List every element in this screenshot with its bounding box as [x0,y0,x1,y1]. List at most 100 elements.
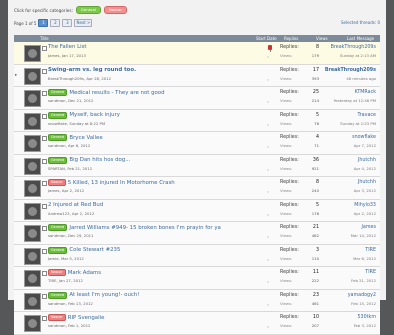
column-views[interactable]: Views [316,36,328,41]
thread-author[interactable]: Andrew123 [48,211,70,216]
new-post-arrow-icon[interactable]: ▸ [15,73,20,78]
last-post-user[interactable]: BreakThrough209s [331,45,376,50]
avatar[interactable] [24,202,41,220]
thread-prefix-badge[interactable]: General [48,111,68,119]
last-post-date[interactable]: Apr 3, 2012 [354,188,376,193]
last-post-user[interactable]: James [362,225,376,230]
category-chip-nascar[interactable]: Nascar [103,6,128,14]
go-to-first-unread-icon[interactable]: » [267,190,269,194]
avatar[interactable] [24,270,41,287]
avatar[interactable] [24,180,41,197]
go-to-first-unread-icon[interactable]: » [267,123,269,127]
last-post-date[interactable]: Apr 2, 2012 [354,211,376,216]
last-post-date[interactable]: Sunday at 2:13 AM [340,53,376,58]
thread-author[interactable]: sandman [48,323,66,328]
last-post-user[interactable]: Mihylo33 [354,203,376,208]
thread-prefix-badge[interactable]: General [48,156,68,164]
thread-select-checkbox[interactable] [42,158,47,164]
thread-select-checkbox[interactable] [42,68,47,74]
selected-threads-link[interactable]: Selected threads: 0 [341,20,380,25]
thread-prefix-badge[interactable]: General [48,89,68,96]
thread-row[interactable]: General Jarred Williams #949- 15 broken … [14,222,380,245]
thread-prefix-badge[interactable]: Nascar [48,314,66,321]
last-post-user[interactable]: 530tkm [358,315,377,320]
last-post-date[interactable]: Apr 4, 2012 [354,166,376,171]
thread-title-link[interactable]: 2 Injured at Red Bud [48,202,103,208]
last-post-date[interactable]: Mar 14, 2012 [351,233,376,238]
thread-author[interactable]: sandman [48,301,66,306]
thread-select-checkbox[interactable] [42,248,47,254]
last-post-date[interactable]: Feb 21, 2012 [351,278,376,283]
thread-select-checkbox[interactable] [42,316,47,321]
thread-prefix-badge[interactable]: General [48,224,68,231]
thread-select-checkbox[interactable] [42,91,47,96]
thread-title-link[interactable]: Swing-arm vs. leg round too. [48,67,136,73]
thread-author[interactable]: sandman [48,233,66,238]
thread-prefix-badge[interactable]: General [48,291,68,299]
thread-row[interactable]: Nascar Mark Adams TIRE, Jan 27, 2012 » R… [14,267,380,290]
last-post-user[interactable]: Jhutchh [358,158,376,163]
avatar[interactable] [24,90,41,107]
thread-prefix-badge[interactable]: General [48,134,68,141]
thread-title-link[interactable]: At least I'm young!- ouch! [69,292,139,298]
thread-title-link[interactable]: Mark Adams [68,270,101,276]
last-post-date[interactable]: Feb 3, 2012 [354,323,376,328]
thread-row[interactable]: 2 Injured at Red Bud Andrew123, Apr 2, 2… [14,199,380,222]
thread-prefix-badge[interactable]: Nascar [48,269,66,276]
go-to-first-unread-icon[interactable]: » [267,213,269,217]
page-link-1[interactable]: 1 [38,19,49,27]
thread-row[interactable]: General Medical results - They are not g… [14,87,380,110]
last-post-user[interactable]: yamadogy2 [348,293,376,298]
thread-title-link[interactable]: 5 Killed, 13 injured In Motorhome Crash [68,180,175,186]
thread-select-checkbox[interactable] [42,46,47,51]
avatar[interactable] [24,292,41,310]
column-start-date[interactable]: Start Date [256,36,277,41]
avatar[interactable] [24,315,41,332]
thread-select-checkbox[interactable] [42,181,47,186]
avatar[interactable] [24,112,41,130]
category-chip-general[interactable]: General [75,6,101,14]
thread-row[interactable]: Nascar RIP Svengalie sandman, Feb 1, 201… [14,312,380,335]
thread-row[interactable]: General Big Dan hits hos dog... SPARTAN,… [14,154,380,177]
avatar[interactable] [24,67,41,85]
thread-row[interactable]: General At least I'm young!- ouch! sandm… [14,289,380,312]
thread-author[interactable]: Jamie [48,256,59,261]
go-to-first-unread-icon[interactable]: » [267,303,269,307]
last-post-user[interactable]: snowflake [352,135,376,140]
last-post-date[interactable]: 46 minutes ago [346,76,376,81]
thread-author[interactable]: James [48,53,59,58]
thread-row[interactable]: General Myself, back injury snowflake, S… [14,109,380,132]
thread-title-link[interactable]: Medical results - They are not good [69,90,164,96]
go-to-first-unread-icon[interactable]: » [267,258,269,262]
go-to-first-unread-icon[interactable]: » [267,100,269,104]
thread-prefix-badge[interactable]: Nascar [48,179,66,186]
thread-title-link[interactable]: Big Dan hits hos dog... [69,157,130,163]
last-post-date[interactable]: Apr 7, 2012 [354,143,376,148]
last-post-date[interactable]: Mar 6, 2012 [353,256,376,261]
thread-title-link[interactable]: Bryce Vallee [69,135,102,141]
column-title[interactable]: Title [40,36,49,41]
page-link-2[interactable]: 2 [50,19,61,27]
thread-select-checkbox[interactable] [42,226,47,231]
thread-title-link[interactable]: RIP Svengalie [68,315,105,321]
go-to-first-unread-icon[interactable]: » [267,325,269,329]
thread-author[interactable]: sandman [48,98,66,103]
go-to-first-unread-icon[interactable]: » [267,280,269,284]
go-to-first-unread-icon[interactable]: » [267,78,269,82]
avatar[interactable] [24,45,41,62]
thread-row[interactable]: General Bryce Vallee sandman, Apr 6, 201… [14,132,380,155]
thread-select-checkbox[interactable] [42,293,47,299]
thread-title-link[interactable]: The Fallen List [48,44,87,50]
go-to-first-unread-icon[interactable]: » [267,235,269,239]
last-post-user[interactable]: Travace [357,113,376,118]
thread-author[interactable]: snowflake [48,121,67,126]
last-post-user[interactable]: TIRE [365,248,376,253]
last-post-user[interactable]: TIRE [365,270,376,275]
thread-author[interactable]: James [48,188,59,193]
thread-select-checkbox[interactable] [42,271,47,276]
avatar[interactable] [24,247,41,265]
go-to-first-unread-icon[interactable]: » [267,55,269,59]
thread-title-link[interactable]: Cole Stewart #235 [69,247,120,253]
go-to-first-unread-icon[interactable]: » [267,145,269,149]
avatar[interactable] [24,225,41,242]
